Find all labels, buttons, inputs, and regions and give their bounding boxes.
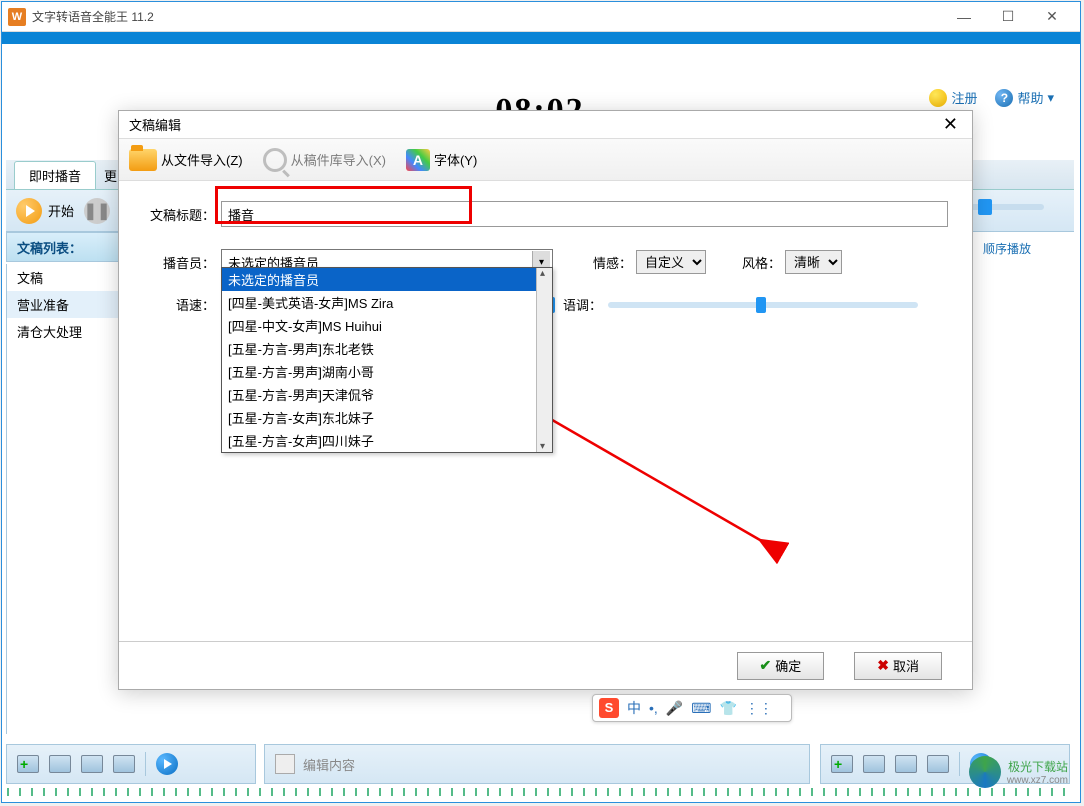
smiley-icon (929, 89, 947, 107)
skin-icon[interactable]: 👕 (719, 700, 736, 717)
toolbar-icon[interactable] (81, 755, 103, 773)
microphone-icon[interactable]: 🎤 (666, 700, 683, 717)
keyboard-icon[interactable]: ⌨ (691, 700, 711, 717)
search-icon (263, 148, 287, 172)
close-icon[interactable]: ✕ (939, 114, 962, 135)
help-icon: ? (995, 89, 1013, 107)
play-button[interactable] (16, 198, 42, 224)
dropdown-option[interactable]: [四星-美式英语-女声]MS Zira (222, 291, 552, 314)
sogou-icon: S (599, 698, 619, 718)
bottom-toolbar-left (6, 744, 256, 784)
sidebar-heading: 文稿列表： (6, 232, 136, 262)
watermark: 极光下载站 www.xz7.com (969, 756, 1068, 788)
document-icon (275, 754, 295, 774)
edit-content-placeholder[interactable]: 编辑内容 (303, 755, 355, 774)
minimize-button[interactable]: — (942, 2, 986, 32)
pause-button[interactable]: ❚❚ (84, 198, 110, 224)
maximize-button[interactable]: ☐ (986, 2, 1030, 32)
list-item[interactable]: 文稿 (7, 264, 136, 291)
dialog-footer: ✔确定 ✖取消 (119, 641, 972, 689)
register-link[interactable]: 注册 (929, 88, 977, 107)
check-icon: ✔ (760, 657, 772, 674)
watermark-logo-icon (969, 756, 1001, 788)
title-input[interactable] (221, 201, 948, 227)
toolbar-icon[interactable] (895, 755, 917, 773)
list-item[interactable]: 清仓大处理 (7, 318, 136, 345)
dropdown-option[interactable]: [五星-方言-男声]湖南小哥 (222, 360, 552, 383)
start-label: 开始 (48, 201, 74, 220)
dialog-toolbar: 从文件导入(Z) 从稿件库导入(X) A 字体(Y) (119, 139, 972, 181)
dropdown-option[interactable]: [五星-方言-男声]东北老铁 (222, 337, 552, 360)
bottom-ruler (7, 788, 1072, 796)
toolbar-icon[interactable] (49, 755, 71, 773)
app-icon: W (8, 8, 26, 26)
bottom-toolbar-mid: 编辑内容 (264, 744, 810, 784)
emotion-select[interactable]: 自定义 (636, 250, 706, 274)
title-label: 文稿标题： (143, 205, 215, 224)
dialog-title: 文稿编辑 (129, 115, 939, 134)
document-edit-dialog: 文稿编辑 ✕ 从文件导入(Z) 从稿件库导入(X) A 字体(Y) 文稿标题： … (118, 110, 973, 690)
import-from-library-button[interactable]: 从稿件库导入(X) (263, 148, 386, 172)
ime-toolbar[interactable]: S 中 •, 🎤 ⌨ 👕 ⋮⋮ (592, 694, 792, 722)
style-label: 风格： (742, 253, 781, 272)
announcer-label: 播音员： (143, 253, 215, 272)
close-button[interactable]: ✕ (1030, 2, 1074, 32)
font-icon: A (406, 149, 430, 171)
folder-icon (129, 149, 157, 171)
add-icon[interactable] (831, 755, 853, 773)
toolbar-icon[interactable] (113, 755, 135, 773)
x-icon: ✖ (877, 657, 889, 674)
window-title: 文字转语音全能王 11.2 (32, 8, 942, 25)
tone-label: 语调： (563, 295, 602, 314)
play-icon[interactable] (156, 753, 178, 775)
list-item[interactable]: 营业准备 (7, 291, 136, 318)
dropdown-scrollbar[interactable] (536, 268, 552, 452)
chevron-down-icon: ▾ (1047, 90, 1054, 106)
sidebar-list: 文稿 营业准备 清仓大处理 (6, 264, 136, 734)
font-button[interactable]: A 字体(Y) (406, 149, 477, 171)
grid-icon[interactable]: ⋮⋮ (745, 700, 773, 717)
dropdown-option[interactable]: [五星-方言-女声]四川妹子 (222, 429, 552, 452)
accent-bar (2, 32, 1080, 44)
tab-instant-play[interactable]: 即时播音 (14, 161, 96, 189)
cancel-button[interactable]: ✖取消 (854, 652, 942, 680)
dropdown-option[interactable]: [四星-中文-女声]MS Huihui (222, 314, 552, 337)
toolbar-icon[interactable] (927, 755, 949, 773)
window-titlebar: W 文字转语音全能王 11.2 — ☐ ✕ (2, 2, 1080, 32)
add-icon[interactable] (17, 755, 39, 773)
ime-punct-icon[interactable]: •, (649, 700, 658, 716)
ime-lang[interactable]: 中 (627, 698, 641, 718)
import-from-file-button[interactable]: 从文件导入(Z) (129, 149, 243, 171)
ok-button[interactable]: ✔确定 (737, 652, 825, 680)
emotion-label: 情感： (593, 253, 632, 272)
dialog-titlebar: 文稿编辑 ✕ (119, 111, 972, 139)
dropdown-option[interactable]: 未选定的播音员 (222, 268, 552, 291)
style-select[interactable]: 清晰 (785, 250, 842, 274)
dropdown-option[interactable]: [五星-方言-男声]天津侃爷 (222, 383, 552, 406)
announcer-dropdown[interactable]: 未选定的播音员 [四星-美式英语-女声]MS Zira [四星-中文-女声]MS… (221, 267, 553, 453)
tone-slider[interactable] (608, 302, 918, 308)
dropdown-option[interactable]: [五星-方言-女声]东北妹子 (222, 406, 552, 429)
speed-label: 语速： (143, 295, 215, 314)
help-link[interactable]: ? 帮助 ▾ (995, 88, 1054, 107)
toolbar-icon[interactable] (863, 755, 885, 773)
